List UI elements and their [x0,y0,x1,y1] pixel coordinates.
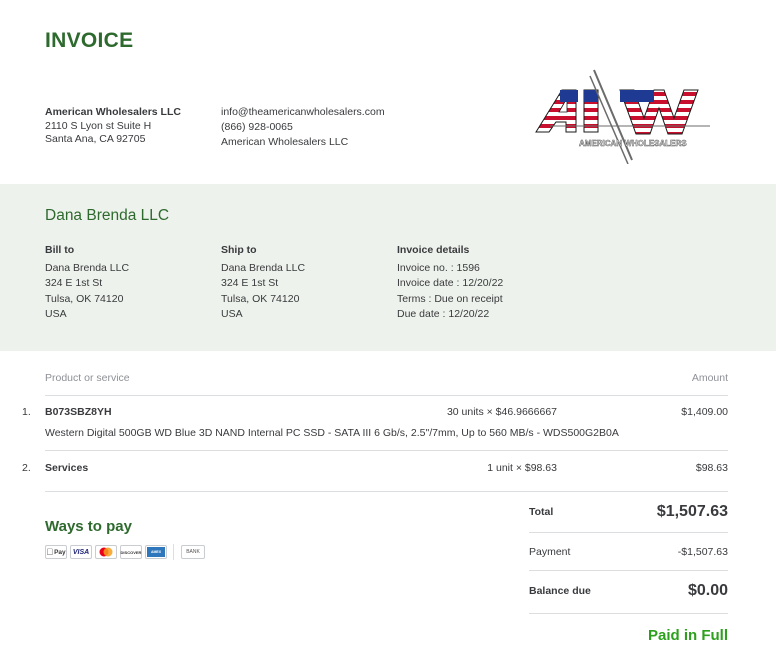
seller-name: American Wholesalers LLC [45,106,181,118]
visa-icon: VISA [70,545,92,559]
paid-status: Paid in Full [647,627,728,644]
ship-to-line: Dana Brenda LLC [221,261,306,274]
column-header-amount: Amount [691,372,728,384]
divider [173,544,174,560]
item-amount: $98.63 [695,462,728,474]
ship-to-line: USA [221,308,243,321]
payment-label: Payment [529,546,571,558]
item-name: Services [45,462,89,474]
invoice-title: INVOICE [45,29,134,52]
item-amount: $1,409.00 [681,406,728,418]
invoice-details-block: Invoice details Invoice no. : 1596 Invoi… [397,243,503,323]
seller-phone: (866) 928-0065 [221,121,293,133]
invoice-terms: Terms : Due on receipt [397,292,503,305]
balance-due-label: Balance due [529,585,591,597]
seller-address-line2: Santa Ana, CA 92705 [45,133,146,145]
bank-icon: BANK [181,545,205,559]
divider [529,532,728,533]
divider [45,395,728,396]
bill-to-line: Dana Brenda LLC [45,261,130,274]
invoice-details-heading: Invoice details [397,244,470,256]
invoice-due-date: Due date : 12/20/22 [397,308,490,321]
company-logo: AMERICAN WHOLESALERS [535,69,710,164]
item-name: B073SBZ8YH [45,406,112,418]
apple-pay-icon: Pay [45,545,67,559]
invoice-number: Invoice no. : 1596 [397,261,480,274]
amex-icon: AMEX [145,545,167,559]
bill-to-line: Tulsa, OK 74120 [45,292,124,305]
item-description: Western Digital 500GB WD Blue 3D NAND In… [45,427,619,439]
ship-to-heading: Ship to [221,244,257,256]
seller-email: info@theamericanwholesalers.com [221,106,385,118]
column-header-product: Product or service [45,372,130,384]
mastercard-icon [95,545,117,559]
ship-to-block: Ship to Dana Brenda LLC 324 E 1st St Tul… [221,243,305,323]
seller-display-name: American Wholesalers LLC [221,136,349,148]
divider [529,570,728,571]
seller-address-block: American Wholesalers LLC 2110 S Lyon st … [45,106,181,147]
seller-address-line1: 2110 S Lyon st Suite H [45,119,152,132]
row-number: 2. [22,462,31,474]
bill-to-block: Bill to Dana Brenda LLC 324 E 1st St Tul… [45,243,129,323]
discover-icon: DISCOVER [120,545,142,559]
ways-to-pay-title: Ways to pay [45,518,132,535]
bill-to-line: USA [45,308,67,321]
ship-to-line: Tulsa, OK 74120 [221,292,300,305]
total-label: Total [529,506,554,518]
row-number: 1. [22,406,31,418]
item-quantity: 1 unit × $98.63 [487,462,557,474]
payment-value: -$1,507.63 [677,546,728,558]
item-quantity: 30 units × $46.9666667 [446,406,557,418]
bill-to-heading: Bill to [45,244,75,256]
seller-contact-block: info@theamericanwholesalers.com (866) 92… [221,105,385,150]
ship-to-line: 324 E 1st St [221,277,279,290]
bill-to-line: 324 E 1st St [45,277,103,290]
invoice-date: Invoice date : 12/20/22 [397,277,504,290]
customer-name: Dana Brenda LLC [45,207,170,224]
balance-due-value: $0.00 [687,582,728,599]
divider [45,450,728,451]
divider [529,613,728,614]
logo-text: AMERICAN WHOLESALERS [579,139,687,148]
total-value: $1,507.63 [656,503,728,520]
divider [45,491,728,492]
